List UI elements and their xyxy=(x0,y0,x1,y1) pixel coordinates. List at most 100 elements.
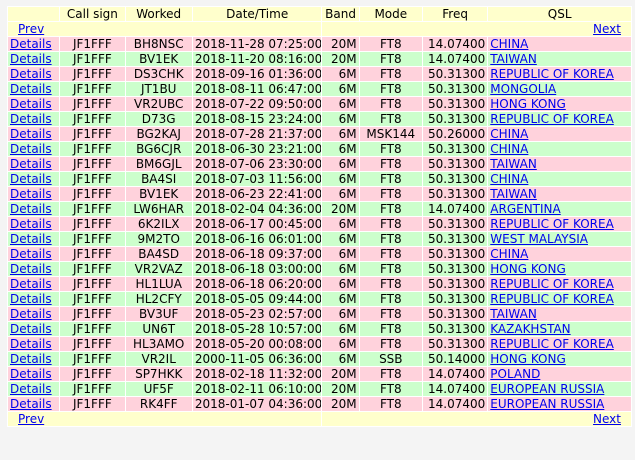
worked-cell: UF5F xyxy=(125,382,192,396)
freq-cell: 50.14000 xyxy=(422,352,488,366)
qsl-country-link[interactable]: REPUBLIC OF KOREA xyxy=(490,292,614,306)
next-link[interactable]: Next xyxy=(593,22,621,36)
details-link[interactable]: Details xyxy=(10,67,52,81)
freq-cell: 14.07400 xyxy=(422,397,488,411)
details-link[interactable]: Details xyxy=(10,307,52,321)
next-link[interactable]: Next xyxy=(593,412,621,426)
freq-cell: 50.31300 xyxy=(422,172,488,186)
datetime-cell: 2018-05-28 10:57:00 xyxy=(192,322,322,336)
details-link[interactable]: Details xyxy=(10,37,52,51)
band-cell: 6M xyxy=(322,277,359,291)
call-sign-cell: JF1FFF xyxy=(60,292,125,306)
datetime-cell: 2018-02-04 04:36:00 xyxy=(192,202,322,216)
worked-cell: BA4SI xyxy=(125,172,192,186)
qsl-cell: HONG KONG xyxy=(488,262,631,276)
qsl-country-link[interactable]: ARGENTINA xyxy=(490,202,560,216)
prev-cell: Prev xyxy=(8,412,322,426)
qsl-country-link[interactable]: TAIWAN xyxy=(490,52,537,66)
details-link[interactable]: Details xyxy=(10,352,52,366)
qsl-cell: TAIWAN xyxy=(488,187,631,201)
details-link[interactable]: Details xyxy=(10,262,52,276)
details-link[interactable]: Details xyxy=(10,397,52,411)
details-cell: Details xyxy=(8,397,60,411)
qsl-country-link[interactable]: CHINA xyxy=(490,172,528,186)
details-link[interactable]: Details xyxy=(10,172,52,186)
mode-cell: FT8 xyxy=(359,322,422,336)
freq-cell: 50.31300 xyxy=(422,82,488,96)
details-link[interactable]: Details xyxy=(10,337,52,351)
details-link[interactable]: Details xyxy=(10,367,52,381)
qsl-country-link[interactable]: REPUBLIC OF KOREA xyxy=(490,337,614,351)
mode-cell: FT8 xyxy=(359,172,422,186)
band-cell: 6M xyxy=(322,97,359,111)
details-link[interactable]: Details xyxy=(10,247,52,261)
qsl-country-link[interactable]: TAIWAN xyxy=(490,307,537,321)
mode-cell: FT8 xyxy=(359,37,422,51)
prev-link[interactable]: Prev xyxy=(18,22,44,36)
datetime-cell: 2018-11-20 08:16:00 xyxy=(192,52,322,66)
datetime-cell: 2018-05-05 09:44:00 xyxy=(192,292,322,306)
qsl-country-link[interactable]: EUROPEAN RUSSIA xyxy=(490,397,604,411)
band-cell: 6M xyxy=(322,82,359,96)
details-link[interactable]: Details xyxy=(10,322,52,336)
details-link[interactable]: Details xyxy=(10,202,52,216)
details-link[interactable]: Details xyxy=(10,52,52,66)
band-cell: 6M xyxy=(322,292,359,306)
qsl-country-link[interactable]: CHINA xyxy=(490,37,528,51)
mode-cell: FT8 xyxy=(359,187,422,201)
qsl-country-link[interactable]: POLAND xyxy=(490,367,540,381)
details-link[interactable]: Details xyxy=(10,112,52,126)
qsl-country-link[interactable]: TAIWAN xyxy=(490,187,537,201)
qso-log-table: Prev Next Call sign Worked Date/Time Ban… xyxy=(7,6,632,427)
table-row: Details JF1FFF DS3CHK 2018-09-16 01:36:0… xyxy=(8,67,631,81)
details-link[interactable]: Details xyxy=(10,187,52,201)
details-link[interactable]: Details xyxy=(10,142,52,156)
worked-cell: RK4FF xyxy=(125,397,192,411)
qsl-country-link[interactable]: CHINA xyxy=(490,127,528,141)
qsl-country-link[interactable]: HONG KONG xyxy=(490,352,566,366)
qsl-country-link[interactable]: HONG KONG xyxy=(490,97,566,111)
prev-link[interactable]: Prev xyxy=(18,412,44,426)
qsl-country-link[interactable]: REPUBLIC OF KOREA xyxy=(490,112,614,126)
qsl-country-link[interactable]: HONG KONG xyxy=(490,262,566,276)
qsl-cell: CHINA xyxy=(488,247,631,261)
qsl-country-link[interactable]: REPUBLIC OF KOREA xyxy=(490,277,614,291)
datetime-cell: 2018-07-22 09:50:00 xyxy=(192,97,322,111)
table-row: Details JF1FFF BA4SD 2018-06-18 09:37:00… xyxy=(8,247,631,261)
datetime-cell: 2018-09-16 01:36:00 xyxy=(192,67,322,81)
details-link[interactable]: Details xyxy=(10,382,52,396)
call-sign-cell: JF1FFF xyxy=(60,262,125,276)
table-row: Details JF1FFF BH8NSC 2018-11-28 07:25:0… xyxy=(8,37,631,51)
qsl-country-link[interactable]: MONGOLIA xyxy=(490,82,556,96)
call-sign-cell: JF1FFF xyxy=(60,97,125,111)
qsl-country-link[interactable]: REPUBLIC OF KOREA xyxy=(490,217,614,231)
details-link[interactable]: Details xyxy=(10,127,52,141)
details-cell: Details xyxy=(8,82,60,96)
datetime-cell: 2018-02-11 06:10:00 xyxy=(192,382,322,396)
table-row: Details JF1FFF JT1BU 2018-08-11 06:47:00… xyxy=(8,82,631,96)
qsl-country-link[interactable]: WEST MALAYSIA xyxy=(490,232,588,246)
details-link[interactable]: Details xyxy=(10,157,52,171)
qsl-country-link[interactable]: TAIWAN xyxy=(490,157,537,171)
worked-cell: BG6CJR xyxy=(125,142,192,156)
qsl-cell: REPUBLIC OF KOREA xyxy=(488,337,631,351)
qsl-country-link[interactable]: KAZAKHSTAN xyxy=(490,322,570,336)
details-link[interactable]: Details xyxy=(10,292,52,306)
qsl-country-link[interactable]: EUROPEAN RUSSIA xyxy=(490,382,604,396)
details-link[interactable]: Details xyxy=(10,97,52,111)
mode-cell: FT8 xyxy=(359,247,422,261)
qsl-country-link[interactable]: CHINA xyxy=(490,142,528,156)
details-link[interactable]: Details xyxy=(10,82,52,96)
qsl-country-link[interactable]: CHINA xyxy=(490,247,528,261)
details-link[interactable]: Details xyxy=(10,217,52,231)
table-header-row: Call sign Worked Date/Time Band Mode Fre… xyxy=(8,7,631,21)
datetime-cell: 2000-11-05 06:36:00 xyxy=(192,352,322,366)
band-cell: 20M xyxy=(322,37,359,51)
call-sign-cell: JF1FFF xyxy=(60,37,125,51)
col-header-datetime: Date/Time xyxy=(192,7,322,21)
details-link[interactable]: Details xyxy=(10,277,52,291)
qsl-country-link[interactable]: REPUBLIC OF KOREA xyxy=(490,67,614,81)
details-cell: Details xyxy=(8,202,60,216)
details-link[interactable]: Details xyxy=(10,232,52,246)
qsl-cell: HONG KONG xyxy=(488,97,631,111)
